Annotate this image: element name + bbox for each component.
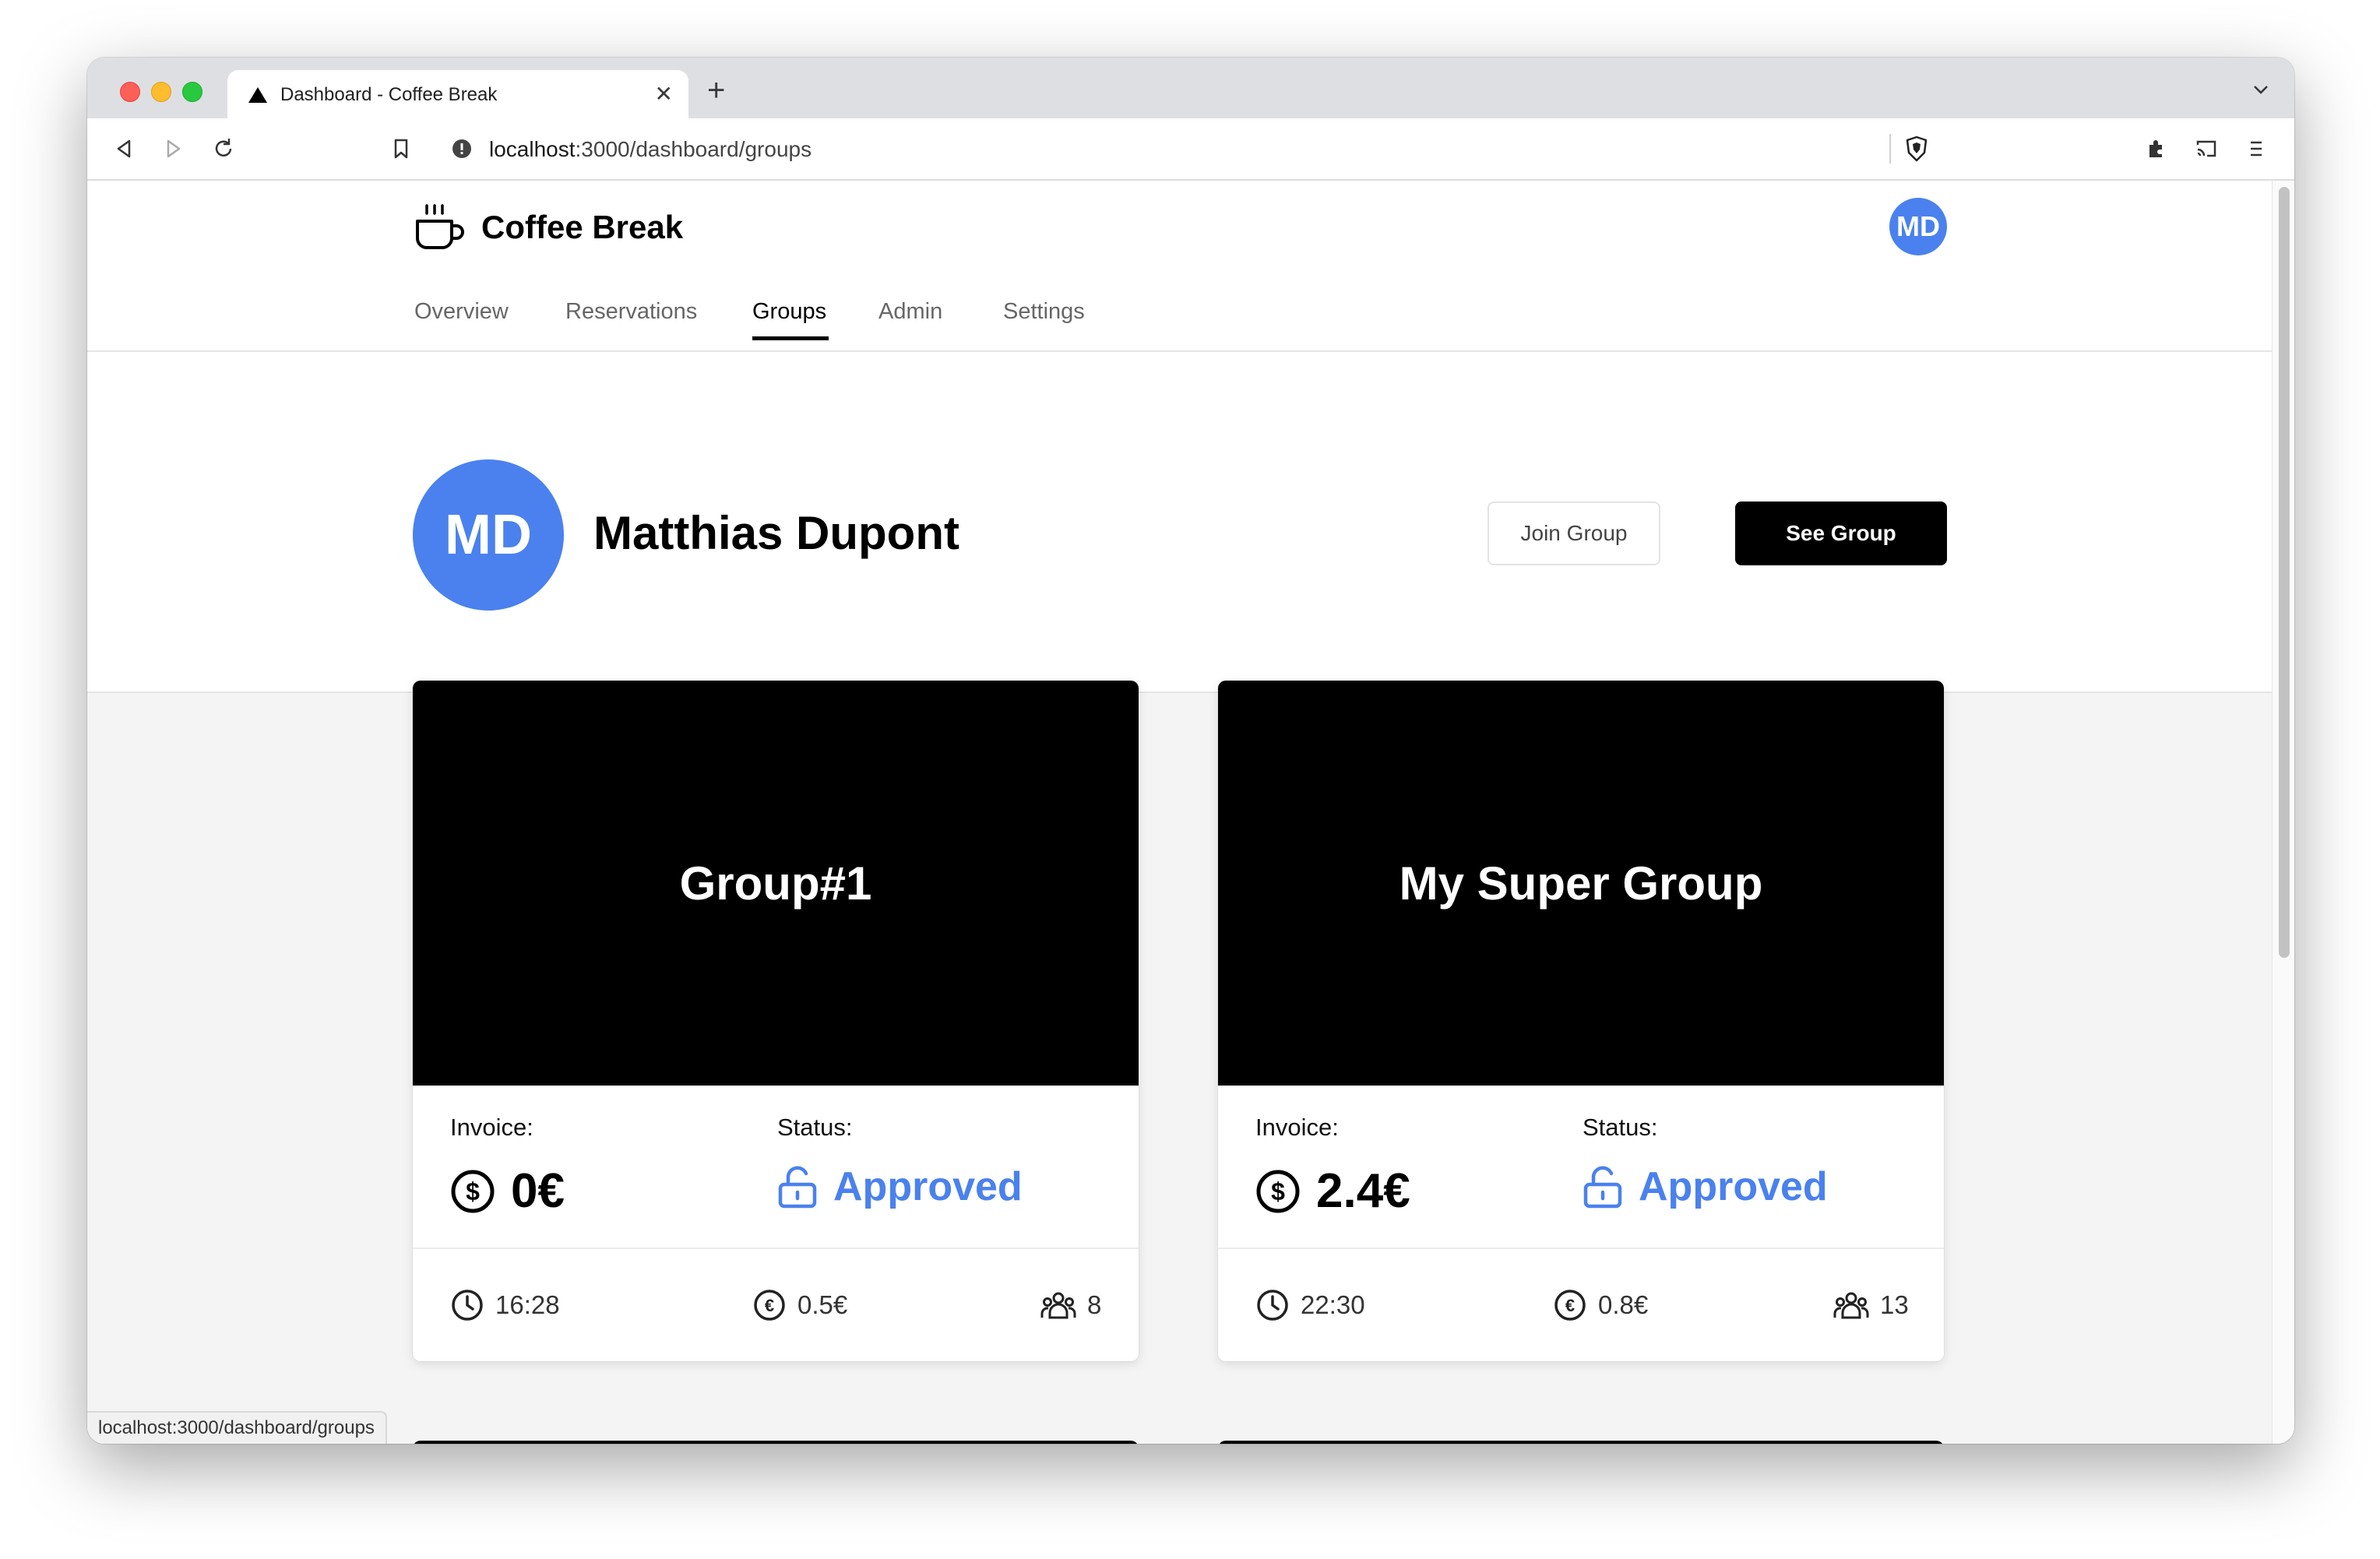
omnibox-divider [1889, 134, 1891, 164]
unlock-icon [778, 1166, 817, 1209]
extensions-icon[interactable] [2142, 134, 2171, 164]
users-icon [1833, 1292, 1869, 1319]
invoice-value: $ 2.4€ [1255, 1163, 1410, 1219]
minimize-window-button[interactable] [151, 82, 171, 102]
bookmark-icon[interactable] [386, 134, 416, 164]
profile-avatar: MD [413, 459, 564, 611]
group-card-partial[interactable] [413, 1441, 1139, 1444]
nav-overview[interactable]: Overview [414, 299, 509, 325]
invoice-label: Invoice: [450, 1114, 533, 1141]
new-tab-icon[interactable]: + [707, 75, 725, 106]
price-text: 0.5€ [797, 1290, 848, 1319]
euro-circle-icon: € [754, 1290, 785, 1321]
status-value: Approved [777, 1163, 1023, 1210]
nav-groups[interactable]: Groups [752, 299, 826, 325]
status-label: Status: [777, 1114, 853, 1141]
euro-circle-icon: € [1554, 1290, 1586, 1321]
page-scrollbar[interactable] [2272, 181, 2294, 1444]
clock-icon [1257, 1290, 1288, 1321]
coffee-price: € 0.5€ [752, 1288, 847, 1322]
menu-icon[interactable] [2241, 134, 2271, 164]
chevron-down-icon[interactable] [2251, 79, 2271, 100]
meeting-time: 22:30 [1255, 1288, 1365, 1322]
users-icon [1040, 1292, 1076, 1319]
dollar-circle-icon: $ [1256, 1170, 1300, 1212]
nav-divider [87, 350, 2273, 352]
tab-close-icon[interactable]: ✕ [655, 81, 673, 107]
join-group-button[interactable]: Join Group [1488, 501, 1660, 565]
profile-name: Matthias Dupont [593, 507, 959, 559]
status-text: Approved [1639, 1164, 1828, 1209]
group-card-banner: My Super Group [1218, 681, 1944, 1086]
group-card[interactable]: My Super Group Invoice: Status: $ 2.4€ A… [1218, 681, 1944, 1361]
status-text: Approved [833, 1164, 1023, 1209]
info-icon[interactable] [452, 139, 472, 159]
browser-window: Dashboard - Coffee Break ✕ + localhost:3… [87, 58, 2294, 1444]
time-text: 22:30 [1301, 1290, 1365, 1319]
nav-active-indicator [752, 336, 829, 340]
dollar-circle-icon: $ [451, 1170, 495, 1212]
member-count: 8 [1040, 1288, 1101, 1322]
close-window-button[interactable] [120, 82, 140, 102]
coffee-price: € 0.8€ [1553, 1288, 1648, 1322]
status-value: Approved [1583, 1163, 1828, 1210]
tab-title: Dashboard - Coffee Break [280, 84, 498, 105]
browser-toolbar: localhost:3000/dashboard/groups [87, 118, 2294, 181]
user-avatar-menu[interactable]: MD [1889, 198, 1947, 255]
coffee-cup-icon [416, 204, 464, 249]
url-path: :3000/dashboard/groups [575, 137, 812, 161]
meeting-time: 16:28 [450, 1288, 560, 1322]
page-viewport: Coffee Break MD Overview Reservations Gr… [87, 181, 2294, 1444]
group-card-banner: Group#1 [413, 681, 1139, 1086]
maximize-window-button[interactable] [182, 82, 202, 102]
nav-settings[interactable]: Settings [1003, 299, 1085, 325]
back-icon[interactable] [109, 134, 139, 164]
address-bar[interactable]: localhost:3000/dashboard/groups [436, 126, 1945, 171]
group-title: Group#1 [679, 857, 872, 910]
group-card-partial[interactable] [1218, 1441, 1944, 1444]
invoice-amount: 0€ [511, 1164, 565, 1218]
nav-reservations[interactable]: Reservations [565, 299, 697, 325]
invoice-label: Invoice: [1255, 1114, 1339, 1141]
svg-text:$: $ [466, 1177, 480, 1205]
scrollbar-thumb[interactable] [2279, 187, 2290, 958]
clock-icon [452, 1290, 483, 1321]
forward-icon[interactable] [159, 134, 188, 164]
group-card[interactable]: Group#1 Invoice: Status: $ 0€ Approved 1… [413, 681, 1139, 1361]
svg-text:$: $ [1271, 1177, 1285, 1205]
status-label: Status: [1583, 1114, 1658, 1141]
price-text: 0.8€ [1598, 1290, 1649, 1319]
card-divider [413, 1248, 1139, 1249]
browser-tab[interactable]: Dashboard - Coffee Break ✕ [227, 70, 688, 118]
invoice-amount: 2.4€ [1316, 1164, 1410, 1218]
members-text: 8 [1087, 1290, 1102, 1319]
member-count: 13 [1833, 1288, 1909, 1322]
members-text: 13 [1880, 1290, 1909, 1319]
url-host: localhost [489, 137, 576, 161]
card-divider [1218, 1248, 1944, 1249]
unlock-icon [1583, 1166, 1622, 1209]
url-text[interactable]: localhost:3000/dashboard/groups [489, 137, 812, 162]
reload-icon[interactable] [209, 134, 238, 164]
svg-text:€: € [765, 1296, 774, 1315]
time-text: 16:28 [495, 1290, 560, 1319]
nav-admin[interactable]: Admin [878, 299, 942, 325]
brand-name[interactable]: Coffee Break [481, 209, 683, 246]
cast-icon[interactable] [2192, 134, 2221, 164]
brave-shield-icon[interactable] [1903, 135, 1930, 162]
tab-bar: Dashboard - Coffee Break ✕ + [87, 58, 2294, 118]
page-header: Coffee Break MD Overview Reservations Gr… [87, 181, 2273, 693]
vercel-triangle-icon [248, 87, 267, 103]
see-group-button[interactable]: See Group [1735, 501, 1947, 565]
invoice-value: $ 0€ [450, 1163, 565, 1219]
group-title: My Super Group [1399, 857, 1763, 910]
svg-text:€: € [1565, 1296, 1575, 1315]
link-status-bar: localhost:3000/dashboard/groups [87, 1411, 387, 1444]
